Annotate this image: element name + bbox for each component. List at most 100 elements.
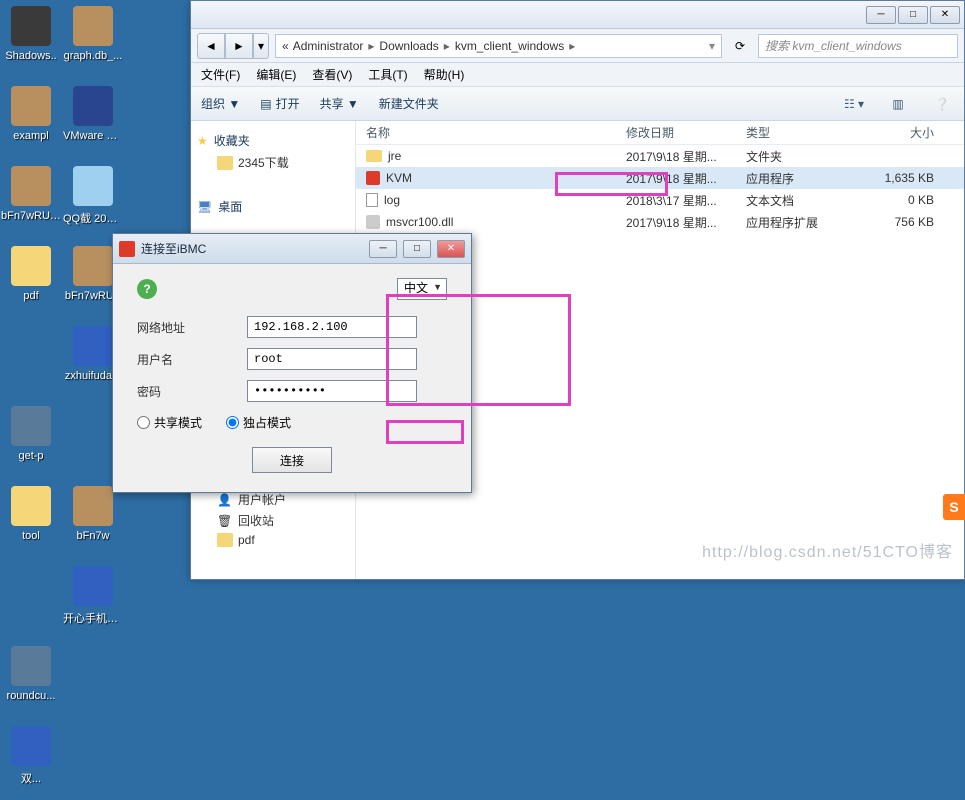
maximize-button[interactable]: □: [898, 6, 928, 24]
radio-exclusive[interactable]: 独占模式: [226, 414, 291, 431]
radio-shared[interactable]: 共享模式: [137, 414, 202, 431]
toolbar-organize[interactable]: 组织 ▼: [201, 95, 240, 112]
toolbar-open[interactable]: ▤打开: [260, 95, 299, 112]
col-type[interactable]: 类型: [736, 124, 856, 141]
file-row[interactable]: msvcr100.dll 2017\9\18 星期... 应用程序扩展 756 …: [356, 211, 964, 233]
nav-back-button[interactable]: ◄: [197, 33, 225, 59]
username-input[interactable]: [247, 348, 417, 370]
dialog-minimize-button[interactable]: ─: [369, 240, 397, 258]
menu-help[interactable]: 帮助(H): [424, 66, 465, 83]
file-name: KVM: [386, 171, 412, 185]
sidebar-item[interactable]: 2345下载: [195, 152, 351, 173]
desktop-shortcut[interactable]: [62, 640, 124, 720]
open-icon: ▤: [260, 97, 271, 111]
file-row[interactable]: jre 2017\9\18 星期... 文件夹: [356, 145, 964, 167]
connect-button[interactable]: 连接: [252, 447, 332, 473]
file-icon: [366, 215, 380, 229]
col-date[interactable]: 修改日期: [616, 124, 736, 141]
search-input[interactable]: 搜索 kvm_client_windows: [758, 34, 958, 58]
shortcut-label: exampl: [13, 130, 48, 142]
breadcrumb[interactable]: « Administrator ▸ Downloads ▸ kvm_client…: [275, 34, 722, 58]
shortcut-icon: [11, 646, 51, 686]
breadcrumb-seg[interactable]: Administrator: [291, 39, 366, 53]
help-button[interactable]: ❔: [930, 94, 954, 114]
shortcut-icon: [73, 326, 113, 366]
breadcrumb-sep: ▸: [441, 39, 453, 53]
desktop-shortcut[interactable]: graph.db_...: [62, 0, 124, 80]
shortcut-label: 双...: [21, 770, 41, 786]
menu-edit[interactable]: 编辑(E): [256, 66, 296, 83]
dialog-maximize-button[interactable]: □: [403, 240, 431, 258]
desktop-shortcut[interactable]: roundcu...: [0, 640, 62, 720]
label-password: 密码: [137, 383, 247, 400]
shortcut-icon: [11, 726, 51, 766]
desktop-shortcut[interactable]: Shadows..: [0, 0, 62, 80]
file-icon: [366, 150, 382, 162]
file-date: 2018\3\17 星期...: [616, 192, 736, 209]
toolbar-share[interactable]: 共享 ▼: [320, 95, 359, 112]
col-size[interactable]: 大小: [856, 124, 946, 141]
desktop-shortcut[interactable]: pdf: [0, 240, 62, 320]
shortcut-icon: [11, 86, 51, 126]
close-button[interactable]: ✕: [930, 6, 960, 24]
minimize-button[interactable]: ─: [866, 6, 896, 24]
file-size: 1,635 KB: [856, 171, 946, 185]
dialog-titlebar: 连接至iBMC ─ □ ✕: [113, 234, 471, 264]
breadcrumb-dropdown[interactable]: ▾: [707, 39, 717, 53]
file-row[interactable]: KVM 2017\9\18 星期... 应用程序 1,635 KB: [356, 167, 964, 189]
star-icon: ★: [197, 134, 208, 148]
refresh-button[interactable]: ⟳: [728, 34, 752, 58]
breadcrumb-seg[interactable]: Downloads: [377, 39, 440, 53]
toolbar: 组织 ▼ ▤打开 共享 ▼ 新建文件夹 ☷ ▾ ▥ ❔: [191, 87, 964, 121]
sidebar-item[interactable]: 🗑回收站: [195, 510, 351, 531]
menu-tools[interactable]: 工具(T): [368, 66, 407, 83]
shortcut-label: bFn7w: [76, 530, 109, 542]
dialog-close-button[interactable]: ✕: [437, 240, 465, 258]
menubar: 文件(F) 编辑(E) 查看(V) 工具(T) 帮助(H): [191, 63, 964, 87]
language-select[interactable]: 中文: [397, 278, 447, 300]
sidebar-favorites[interactable]: ★收藏夹: [195, 129, 351, 152]
desktop-shortcut[interactable]: [0, 320, 62, 400]
ibmc-dialog: 连接至iBMC ─ □ ✕ ? 中文 网络地址 用户名 密码 共享模式 独占模式…: [112, 233, 472, 493]
file-icon: [366, 171, 380, 185]
kvm-icon: [119, 241, 135, 257]
shortcut-icon: [11, 246, 51, 286]
help-icon[interactable]: ?: [137, 279, 157, 299]
desktop-shortcut[interactable]: VMware Workstati...: [62, 80, 124, 160]
breadcrumb-seg[interactable]: kvm_client_windows: [453, 39, 566, 53]
desktop-shortcut[interactable]: tool: [0, 480, 62, 560]
file-row[interactable]: log 2018\3\17 星期... 文本文档 0 KB: [356, 189, 964, 211]
nav-forward-button[interactable]: ►: [225, 33, 253, 59]
shortcut-icon: [73, 486, 113, 526]
sidebar-item[interactable]: pdf: [195, 531, 351, 549]
desktop-shortcut[interactable]: bFn7wRUA...: [0, 160, 62, 240]
nav-history-dropdown[interactable]: ▾: [253, 33, 269, 59]
password-input[interactable]: [247, 380, 417, 402]
label-address: 网络地址: [137, 319, 247, 336]
sidebar-desktop[interactable]: 🖥桌面: [195, 195, 351, 218]
shortcut-label: roundcu...: [7, 690, 56, 702]
label-username: 用户名: [137, 351, 247, 368]
user-icon: 👤: [217, 493, 233, 507]
desktop-shortcut[interactable]: get-p: [0, 400, 62, 480]
shortcut-label: tool: [22, 530, 40, 542]
desktop-shortcut[interactable]: [0, 560, 62, 640]
preview-pane-button[interactable]: ▥: [886, 94, 910, 114]
desktop-shortcut[interactable]: 开心手机恢复大师: [62, 560, 124, 640]
desktop-shortcut[interactable]: QQ截 201803...: [62, 160, 124, 240]
view-options-button[interactable]: ☷ ▾: [842, 94, 866, 114]
desktop-icon: 🖥: [197, 200, 212, 214]
menu-view[interactable]: 查看(V): [312, 66, 352, 83]
file-size: 0 KB: [856, 193, 946, 207]
col-name[interactable]: 名称: [356, 124, 616, 141]
toolbar-newfolder[interactable]: 新建文件夹: [379, 95, 439, 112]
sogou-ime-icon[interactable]: S: [943, 494, 965, 520]
shortcut-label: VMware Workstati...: [63, 130, 123, 142]
menu-file[interactable]: 文件(F): [201, 66, 240, 83]
address-input[interactable]: [247, 316, 417, 338]
file-type: 应用程序扩展: [736, 214, 856, 231]
file-date: 2017\9\18 星期...: [616, 148, 736, 165]
desktop-shortcut[interactable]: 双...: [0, 720, 62, 800]
file-date: 2017\9\18 星期...: [616, 170, 736, 187]
desktop-shortcut[interactable]: exampl: [0, 80, 62, 160]
